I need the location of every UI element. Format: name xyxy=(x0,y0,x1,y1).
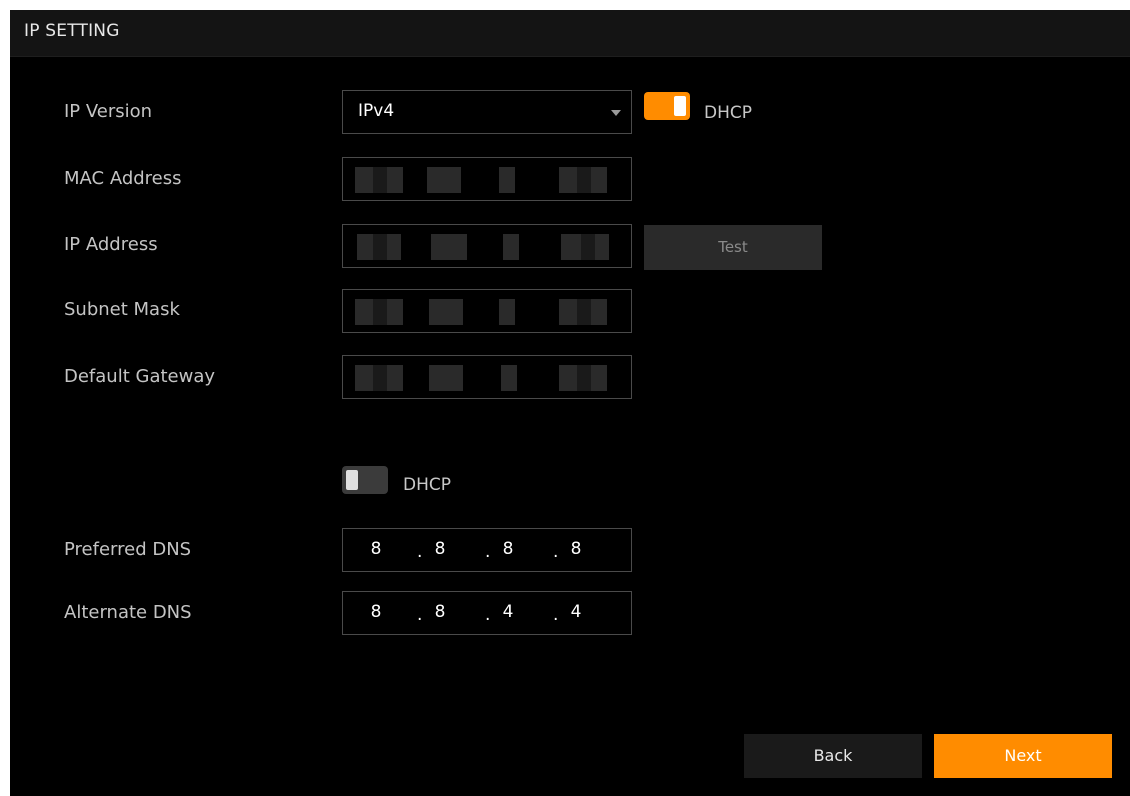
redacted-segment xyxy=(431,234,467,260)
redacted-segment xyxy=(499,299,515,325)
chevron-down-icon xyxy=(611,110,621,116)
default-gateway-field[interactable] xyxy=(342,355,632,399)
subnet-mask-field[interactable] xyxy=(342,289,632,333)
redacted-segment xyxy=(373,234,387,260)
dhcp-ip-label: DHCP xyxy=(704,103,752,123)
back-button[interactable]: Back xyxy=(744,734,922,778)
redacted-segment xyxy=(429,299,463,325)
next-button[interactable]: Next xyxy=(934,734,1112,778)
redacted-segment xyxy=(427,167,461,193)
redacted-segment xyxy=(373,365,387,391)
redacted-segment xyxy=(373,299,387,325)
alternate-dns-field[interactable]: 8 . 8 . 4 . 4 xyxy=(342,591,632,635)
octet-separator: . xyxy=(485,542,491,562)
dhcp-ip-toggle[interactable] xyxy=(644,92,690,120)
octet-separator: . xyxy=(417,605,423,625)
dhcp-dns-label: DHCP xyxy=(403,475,451,495)
ip-octet[interactable]: 8 xyxy=(493,539,523,559)
ip-octet[interactable]: 8 xyxy=(425,602,455,622)
toggle-knob xyxy=(674,96,686,116)
ip-octet[interactable]: 8 xyxy=(425,539,455,559)
redacted-segment xyxy=(501,365,517,391)
toggle-knob xyxy=(346,470,358,490)
ip-octet[interactable]: 4 xyxy=(493,602,523,622)
octet-separator: . xyxy=(553,542,559,562)
preferred-dns-label: Preferred DNS xyxy=(64,539,192,560)
title-bar: IP SETTING xyxy=(10,10,1130,57)
ip-version-value: IPv4 xyxy=(358,101,395,121)
ip-octet[interactable]: 4 xyxy=(561,602,591,622)
preferred-dns-field[interactable]: 8 . 8 . 8 . 8 xyxy=(342,528,632,572)
ip-setting-window: IP SETTING IP Version IPv4 DHCP MAC Addr… xyxy=(10,10,1130,796)
default-gateway-label: Default Gateway xyxy=(64,366,216,387)
mac-address-field[interactable] xyxy=(342,157,632,201)
redacted-segment xyxy=(503,234,519,260)
octet-separator: . xyxy=(553,605,559,625)
redacted-segment xyxy=(429,365,463,391)
octet-separator: . xyxy=(485,605,491,625)
window-title: IP SETTING xyxy=(24,21,120,41)
test-button[interactable]: Test xyxy=(644,225,822,270)
ip-address-field[interactable] xyxy=(342,224,632,268)
mac-address-label: MAC Address xyxy=(64,168,182,189)
ip-version-select[interactable]: IPv4 xyxy=(342,90,632,134)
subnet-mask-label: Subnet Mask xyxy=(64,299,180,320)
ip-octet[interactable]: 8 xyxy=(561,539,591,559)
redacted-segment xyxy=(577,299,591,325)
alternate-dns-label: Alternate DNS xyxy=(64,602,192,623)
ip-octet[interactable]: 8 xyxy=(361,539,391,559)
ip-version-label: IP Version xyxy=(64,101,153,122)
redacted-segment xyxy=(373,167,387,193)
ip-address-label: IP Address xyxy=(64,234,158,255)
redacted-segment xyxy=(577,365,591,391)
octet-separator: . xyxy=(417,542,423,562)
redacted-segment xyxy=(581,234,595,260)
dhcp-dns-toggle[interactable] xyxy=(342,466,388,494)
ip-octet[interactable]: 8 xyxy=(361,602,391,622)
redacted-segment xyxy=(499,167,515,193)
redacted-segment xyxy=(577,167,591,193)
